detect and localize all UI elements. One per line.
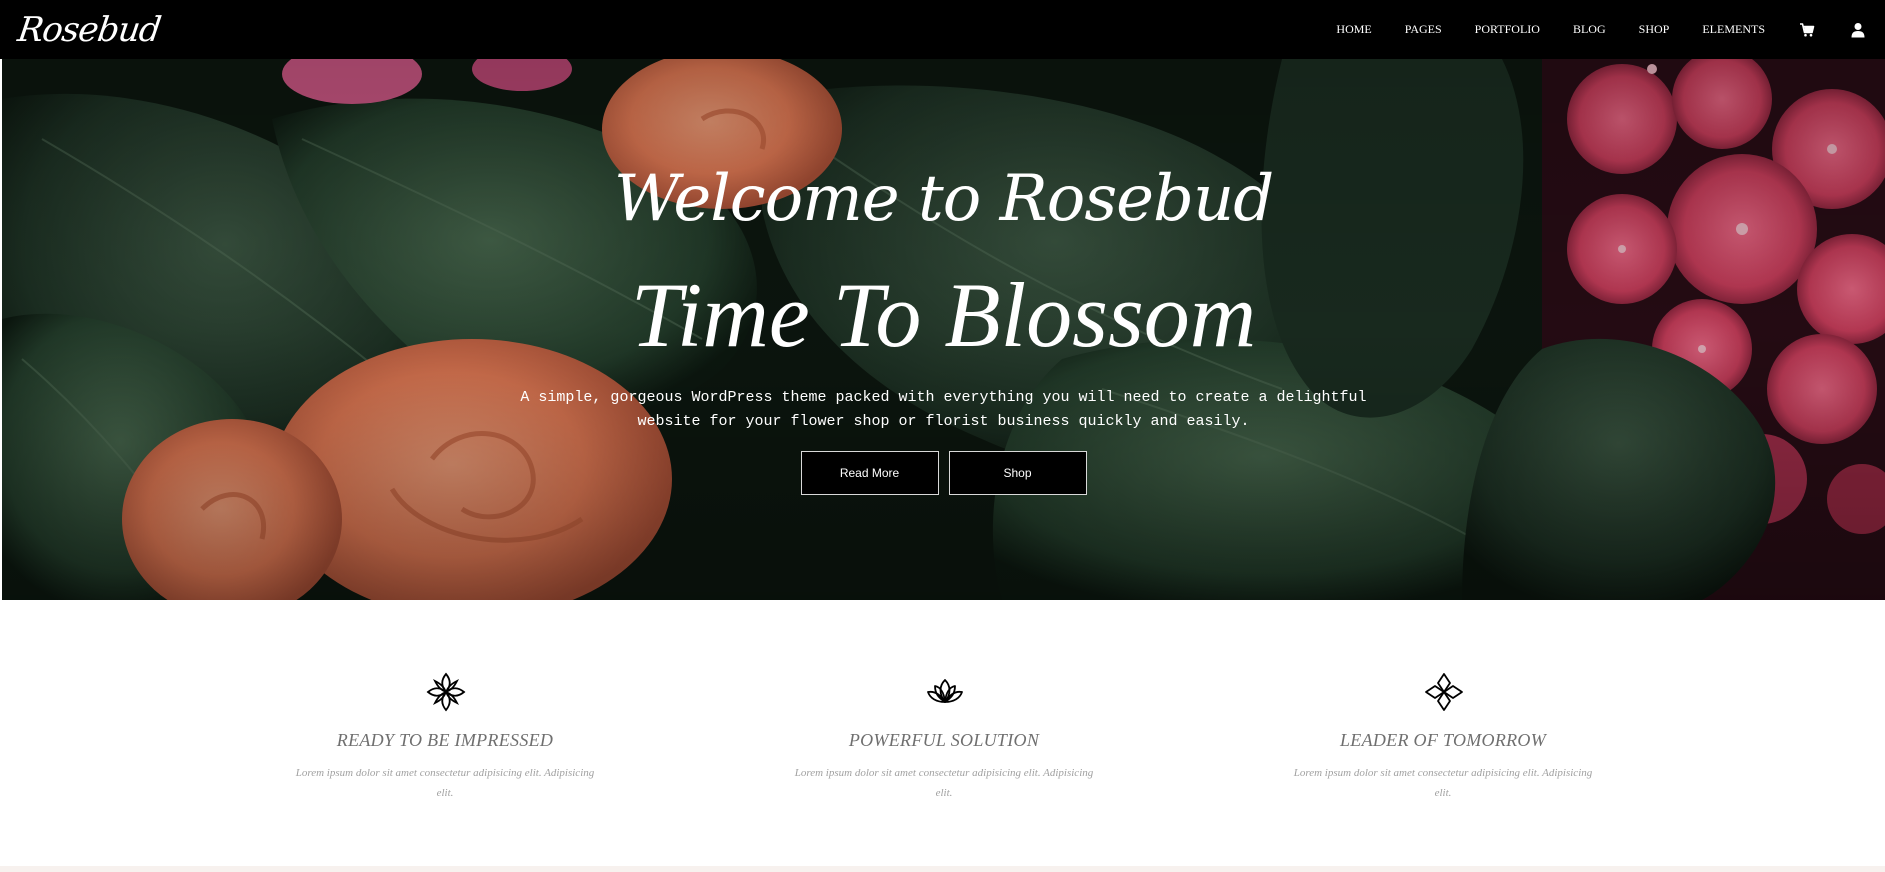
hero-content: Welcome to Rosebud Time To Blossom A sim… [2, 59, 1885, 600]
features-section: READY TO BE IMPRESSED Lorem ipsum dolor … [0, 600, 1885, 866]
nav-portfolio[interactable]: PORTFOLIO [1475, 22, 1540, 37]
hero-title: Time To Blossom [630, 264, 1257, 366]
read-more-button[interactable]: Read More [800, 451, 939, 495]
feature-title: POWERFUL SOLUTION [848, 730, 1040, 750]
cart-icon[interactable] [1798, 21, 1816, 39]
feature-text: Lorem ipsum dolor sit amet consectetur a… [794, 767, 1094, 799]
nav-home[interactable]: HOME [1336, 22, 1371, 37]
feature-text: Lorem ipsum dolor sit amet consectetur a… [295, 767, 595, 799]
hero-welcome-heading: Welcome to Rosebud [613, 162, 1274, 236]
nav-blog[interactable]: BLOG [1573, 22, 1606, 37]
nav-pages[interactable]: PAGES [1405, 22, 1442, 37]
hero-banner: Welcome to Rosebud Time To Blossom A sim… [2, 59, 1885, 600]
hero-description: A simple, gorgeous WordPress theme packe… [520, 389, 1367, 430]
nav-shop[interactable]: SHOP [1639, 22, 1670, 37]
nav-elements[interactable]: ELEMENTS [1702, 22, 1765, 37]
hero-buttons: Read More Shop [2, 451, 1885, 495]
shop-button[interactable]: Shop [948, 451, 1087, 495]
feature-title: READY TO BE IMPRESSED [336, 730, 554, 750]
diamond-flower-icon [1424, 672, 1464, 712]
four-petal-flower-icon [426, 672, 466, 712]
site-logo[interactable]: Rosebud [15, 10, 163, 50]
feature-text: Lorem ipsum dolor sit amet consectetur a… [1293, 767, 1593, 799]
user-icon[interactable] [1849, 21, 1867, 39]
lotus-icon [925, 672, 965, 712]
feature-title: LEADER OF TOMORROW [1339, 730, 1547, 750]
site-header: Rosebud HOME PAGES PORTFOLIO BLOG SHOP E… [0, 0, 1885, 59]
main-nav: HOME PAGES PORTFOLIO BLOG SHOP ELEMENTS [1303, 21, 1867, 39]
next-section-edge [0, 866, 1885, 872]
